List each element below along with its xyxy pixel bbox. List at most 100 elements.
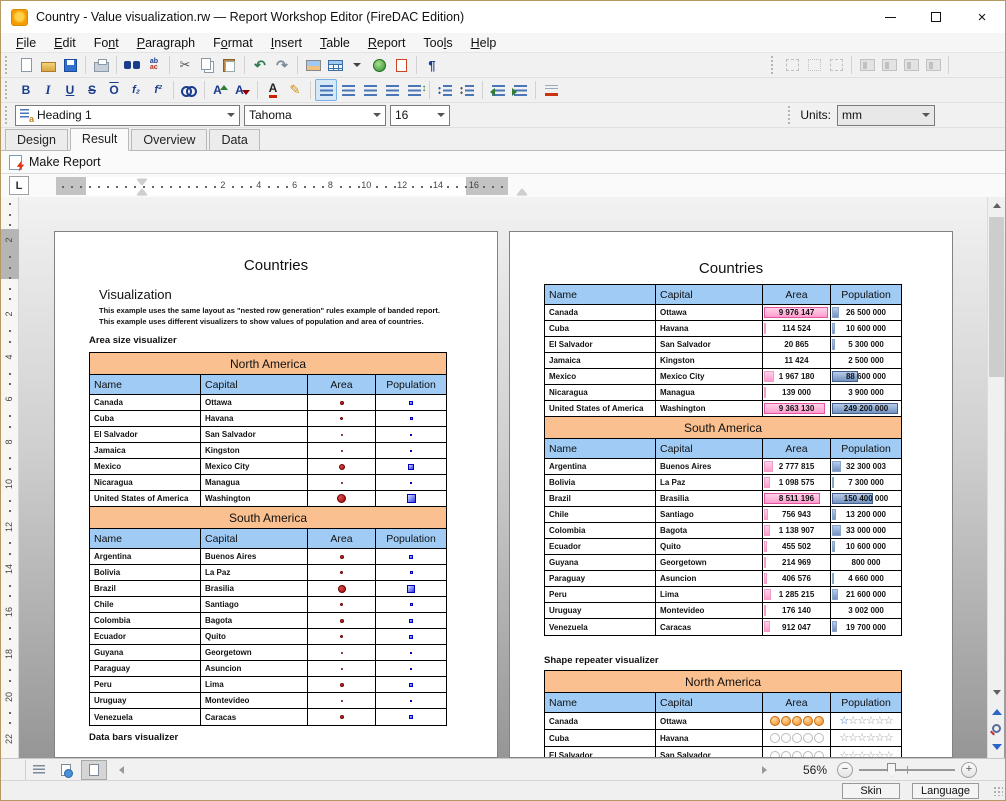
menu-table[interactable]: Table xyxy=(311,33,359,53)
resize-grip[interactable] xyxy=(993,786,1003,796)
subscript-button[interactable]: f₂ xyxy=(125,79,147,101)
bottom-border-button[interactable] xyxy=(540,79,562,101)
paste-special-button[interactable] xyxy=(390,54,412,76)
align-center-button[interactable] xyxy=(337,79,359,101)
right-indent-marker[interactable] xyxy=(517,189,527,195)
line-spacing-button[interactable] xyxy=(403,79,425,101)
population-bar-cell: 7 300 000 xyxy=(831,475,901,490)
ruler-number: 22 xyxy=(4,734,14,744)
insert-table-button[interactable] xyxy=(324,54,346,76)
font-grow-button[interactable]: A xyxy=(209,79,231,101)
shrink-font-icon: A xyxy=(235,83,249,97)
tab-data[interactable]: Data xyxy=(209,129,259,150)
previous-page-button[interactable] xyxy=(988,703,1005,720)
browse-object-button[interactable] xyxy=(988,720,1005,737)
next-page-button[interactable] xyxy=(988,738,1005,755)
area-value: 756 943 xyxy=(763,510,830,519)
menu-help[interactable]: Help xyxy=(462,33,506,53)
capital-cell: Brasilia xyxy=(656,491,763,506)
draft-view-button[interactable] xyxy=(25,760,51,780)
page-layout-button[interactable] xyxy=(81,760,107,780)
highlight-button[interactable]: ✎ xyxy=(284,79,306,101)
ruler-tick xyxy=(152,186,154,188)
replace-button[interactable]: abac xyxy=(143,54,165,76)
zoom-in-button[interactable]: + xyxy=(961,762,977,778)
italic-button[interactable]: I xyxy=(37,79,59,101)
tab-result[interactable]: Result xyxy=(70,128,129,151)
align-justify-button[interactable] xyxy=(381,79,403,101)
font-color-button[interactable]: A xyxy=(262,79,284,101)
zoom-slider-thumb[interactable] xyxy=(887,763,896,777)
minimize-button[interactable] xyxy=(867,1,913,33)
align-right-button[interactable] xyxy=(359,79,381,101)
ruler-row: L 246810121416 xyxy=(1,174,1005,197)
toolbar-separator xyxy=(416,56,417,74)
menu-format[interactable]: Format xyxy=(204,33,262,53)
country-name-cell: Peru xyxy=(90,677,201,692)
copy-button[interactable] xyxy=(196,54,218,76)
hyperlink-button[interactable] xyxy=(368,54,390,76)
skin-button[interactable]: Skin xyxy=(842,783,900,799)
bold-button[interactable]: B xyxy=(15,79,37,101)
country-name-cell: Cuba xyxy=(545,321,656,336)
font-shrink-button[interactable]: A xyxy=(231,79,253,101)
menu-font[interactable]: Font xyxy=(85,33,128,53)
close-button[interactable]: × xyxy=(959,1,1005,33)
find-button[interactable] xyxy=(121,54,143,76)
area-shapes-cell xyxy=(763,730,831,746)
overline-button[interactable]: O xyxy=(103,79,125,101)
table-dropdown-button[interactable] xyxy=(346,54,368,76)
scroll-down-button[interactable] xyxy=(988,684,1005,701)
superscript-button[interactable]: f² xyxy=(147,79,169,101)
align-left-button[interactable] xyxy=(315,79,337,101)
group-band: South America xyxy=(90,507,446,529)
undo-button[interactable]: ↶ xyxy=(249,54,271,76)
column-header: Population xyxy=(831,285,901,304)
tab-design[interactable]: Design xyxy=(5,129,68,150)
area-dot xyxy=(341,450,343,452)
menu-report[interactable]: Report xyxy=(359,33,415,53)
menu-tools[interactable]: Tools xyxy=(414,33,461,53)
insert-image-button[interactable] xyxy=(302,54,324,76)
zoom-out-button[interactable]: − xyxy=(837,762,853,778)
vertical-scrollbar[interactable] xyxy=(987,197,1004,758)
formatting-marks-button[interactable]: ¶ xyxy=(421,54,443,76)
left-indent-marker[interactable] xyxy=(137,189,147,195)
menu-file[interactable]: File xyxy=(7,33,45,53)
cut-button[interactable]: ✂ xyxy=(174,54,196,76)
units-combo[interactable]: mm xyxy=(837,105,935,126)
population-bar-cell: 88 600 000 xyxy=(831,369,901,384)
zoom-slider[interactable] xyxy=(859,769,955,771)
style-combo[interactable]: Heading 1 xyxy=(15,105,240,126)
numbered-list-button[interactable] xyxy=(456,79,478,101)
maximize-button[interactable] xyxy=(913,1,959,33)
font-combo[interactable]: Tahoma xyxy=(244,105,386,126)
new-document-button[interactable] xyxy=(15,54,37,76)
bullet-list-button[interactable] xyxy=(434,79,456,101)
underline-button[interactable]: U xyxy=(59,79,81,101)
increase-indent-button[interactable] xyxy=(509,79,531,101)
strikethrough-button[interactable]: S xyxy=(81,79,103,101)
redo-button[interactable]: ↷ xyxy=(271,54,293,76)
menu-insert[interactable]: Insert xyxy=(262,33,311,53)
language-button[interactable]: Language xyxy=(912,783,979,799)
first-line-indent-marker[interactable] xyxy=(137,179,147,185)
decrease-indent-button[interactable] xyxy=(487,79,509,101)
paste-button[interactable] xyxy=(218,54,240,76)
scroll-left-button[interactable] xyxy=(113,761,129,779)
scroll-right-button[interactable] xyxy=(757,761,773,779)
tab-stop-selector[interactable]: L xyxy=(9,176,29,195)
scroll-up-button[interactable] xyxy=(988,197,1005,214)
area-dot xyxy=(341,668,343,670)
web-layout-button[interactable] xyxy=(53,760,79,780)
glasses-button[interactable] xyxy=(178,79,200,101)
menu-edit[interactable]: Edit xyxy=(45,33,85,53)
save-button[interactable] xyxy=(59,54,81,76)
menu-paragraph[interactable]: Paragraph xyxy=(128,33,204,53)
tab-overview[interactable]: Overview xyxy=(131,129,207,150)
print-button[interactable] xyxy=(90,54,112,76)
make-report-button[interactable]: Make Report xyxy=(29,155,101,169)
font-size-combo[interactable]: 16 xyxy=(390,105,450,126)
open-button[interactable] xyxy=(37,54,59,76)
scrollbar-thumb[interactable] xyxy=(989,217,1004,377)
